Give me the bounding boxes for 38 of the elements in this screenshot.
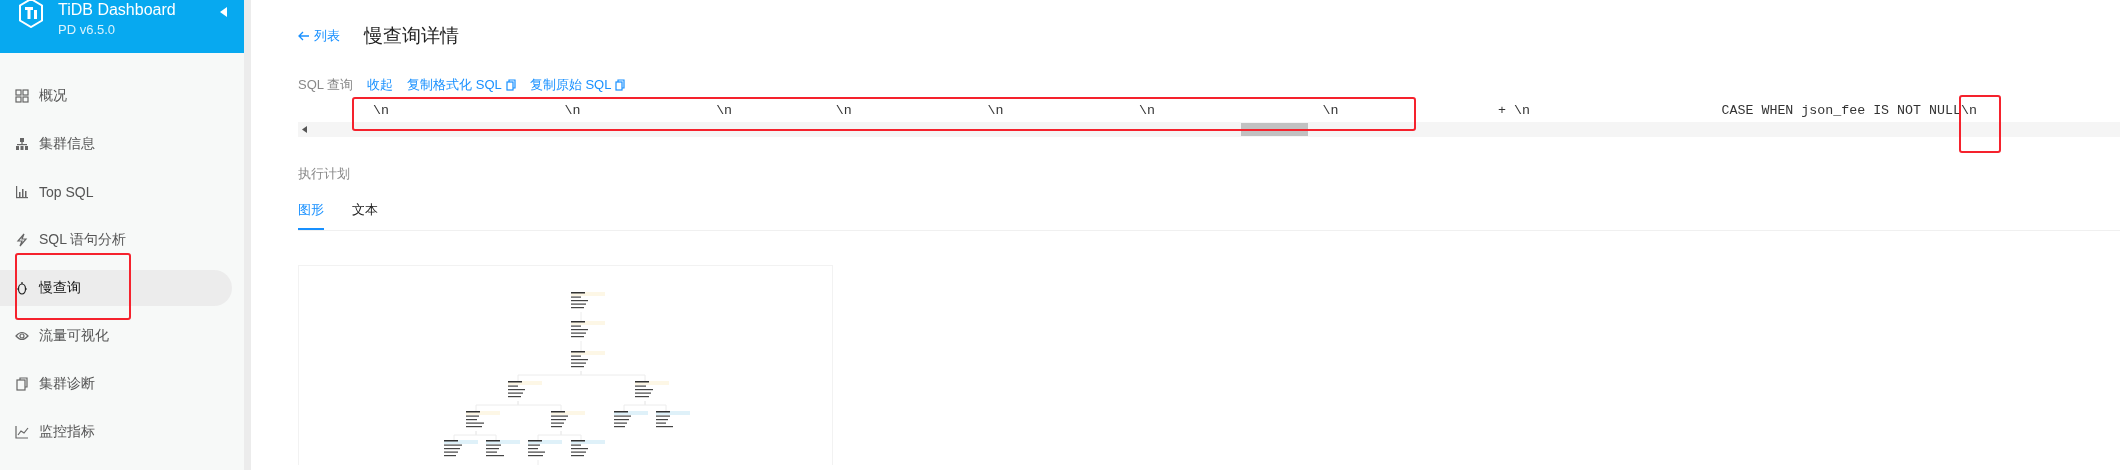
version-label: PD v6.5.0 — [58, 22, 117, 37]
sidebar-item[interactable]: 慢查询 — [0, 270, 232, 306]
sidebar-item[interactable]: 集群诊断 — [0, 366, 232, 402]
copy-icon — [505, 79, 516, 91]
grid-icon — [15, 89, 29, 103]
sql-code-text: \n — [564, 102, 581, 120]
sidebar-item[interactable]: Top SQL — [0, 174, 232, 210]
sql-code-text: \n — [1139, 102, 1155, 120]
arrow-left-icon — [298, 31, 310, 41]
sidebar-item[interactable]: 概况 — [0, 78, 232, 114]
sql-code-text: \n — [1322, 102, 1339, 120]
sidebar-item[interactable]: 监控指标 — [0, 414, 232, 450]
page-title: 慢查询详情 — [364, 24, 459, 48]
app-title: TiDB Dashboard — [58, 1, 176, 18]
bolt-icon — [15, 233, 29, 247]
collapse-icon[interactable] — [220, 7, 227, 17]
copy-icon — [615, 79, 626, 91]
sidebar-item[interactable]: 集群信息 — [0, 126, 232, 162]
sql-code-text: \n — [987, 102, 1004, 120]
files-icon — [15, 377, 29, 391]
scroll-left-icon[interactable] — [302, 126, 307, 133]
bug-icon — [15, 281, 29, 295]
sql-code-text: \n — [835, 102, 852, 120]
eye-icon — [15, 329, 29, 343]
sitemap-icon — [15, 137, 29, 151]
sql-code-text: + \n — [1498, 102, 1531, 120]
line-icon — [15, 425, 29, 439]
sql-label: SQL 查询 — [298, 76, 354, 94]
bars-icon — [15, 185, 29, 199]
sql-code-text: \n — [716, 102, 733, 120]
section-label: 执行计划 — [298, 165, 351, 183]
scrollbar[interactable] — [244, 0, 251, 470]
sidebar-item[interactable]: SQL 语句分析 — [0, 222, 232, 258]
sql-code-text: \n — [373, 102, 389, 120]
plan-tab[interactable]: 文本 — [352, 201, 378, 230]
scrollbar[interactable] — [298, 122, 2120, 137]
logo-icon — [18, 0, 44, 28]
sidebar-item[interactable]: 流量可视化 — [0, 318, 232, 354]
